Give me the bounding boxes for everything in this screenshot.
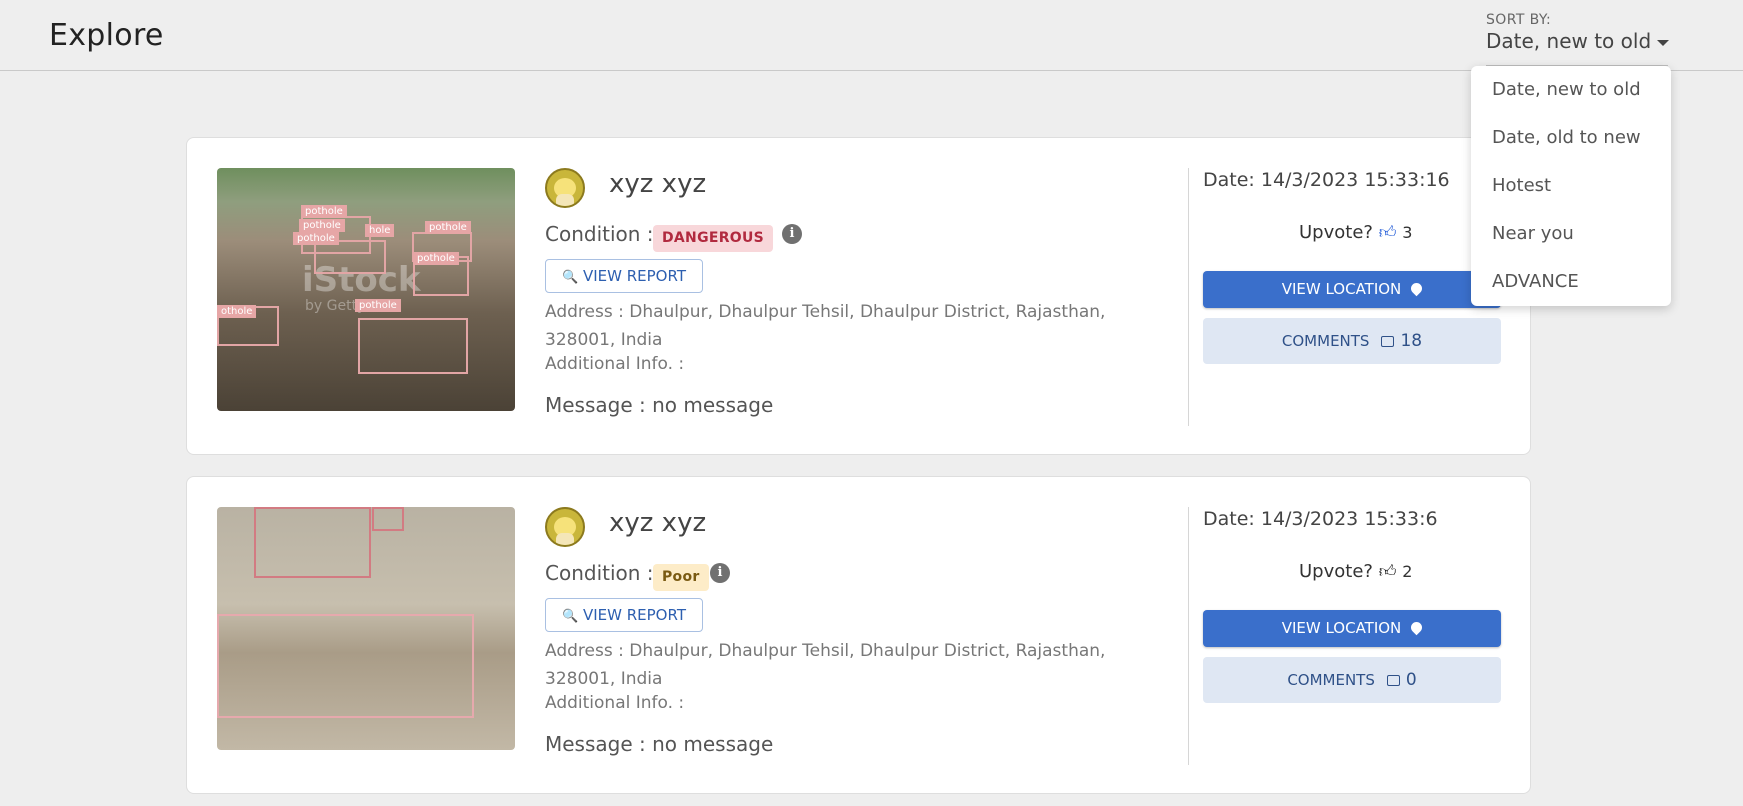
comments-button[interactable]: COMMENTS 18 — [1203, 318, 1501, 364]
report-card: iStock by Getty pothole pothole pothole … — [186, 137, 1531, 455]
view-location-button[interactable]: VIEW LOCATION — [1203, 610, 1501, 647]
additional-info: Additional Info. : — [545, 354, 685, 374]
avatar — [545, 168, 585, 208]
view-location-button[interactable]: VIEW LOCATION — [1203, 271, 1501, 308]
upvote-label: Upvote? — [1299, 561, 1373, 582]
info-icon[interactable]: i — [782, 224, 802, 244]
detection-box — [358, 318, 468, 374]
info-icon[interactable]: i — [710, 563, 730, 583]
detection-label: pothole — [425, 221, 471, 234]
detection-label: pothole — [299, 219, 345, 232]
address-text: Address : Dhaulpur, Dhaulpur Tehsil, Dha… — [545, 302, 1106, 350]
view-report-label: VIEW REPORT — [582, 606, 686, 624]
upvote-button[interactable]: Upvote? 👍︎ 3 — [1299, 222, 1412, 243]
sort-option-near-you[interactable]: Near you — [1471, 210, 1671, 258]
report-date: Date: 14/3/2023 15:33:16 — [1203, 169, 1450, 191]
sort-option-hotest[interactable]: Hotest — [1471, 162, 1671, 210]
avatar — [545, 507, 585, 547]
view-location-label: VIEW LOCATION — [1281, 619, 1402, 637]
detection-box — [372, 507, 404, 531]
additional-info: Additional Info. : — [545, 693, 685, 713]
detection-label: othole — [217, 305, 257, 318]
detection-box — [314, 240, 386, 274]
view-report-label: VIEW REPORT — [582, 267, 686, 285]
detection-label: hole — [365, 224, 395, 237]
user-name: xyz xyz — [609, 508, 707, 538]
chevron-down-icon — [1657, 39, 1670, 46]
report-image[interactable] — [217, 507, 515, 750]
report-image[interactable]: iStock by Getty pothole pothole pothole … — [217, 168, 515, 411]
detection-label: pothole — [413, 252, 459, 265]
location-pin-icon — [1409, 619, 1425, 636]
comment-icon — [1386, 675, 1400, 686]
user-name: xyz xyz — [609, 169, 707, 199]
search-icon: 🔍 — [562, 609, 579, 624]
top-bar: Explore SORT BY: Date, new to old — [0, 0, 1743, 71]
detection-label: pothole — [301, 205, 347, 218]
address-text: Address : Dhaulpur, Dhaulpur Tehsil, Dha… — [545, 641, 1106, 689]
view-report-button[interactable]: 🔍 VIEW REPORT — [545, 259, 703, 293]
message-text: Message : no message — [545, 732, 774, 756]
report-date: Date: 14/3/2023 15:33:6 — [1203, 508, 1438, 530]
comments-label: COMMENTS — [1281, 332, 1370, 350]
divider — [1188, 507, 1189, 765]
thumbs-up-icon[interactable]: 👍︎ — [1379, 222, 1397, 243]
upvote-count: 3 — [1402, 223, 1413, 242]
detection-box — [217, 614, 474, 718]
detection-label: pothole — [355, 299, 401, 312]
sort-option-date-old-to-new[interactable]: Date, old to new — [1471, 114, 1671, 162]
detection-box — [254, 507, 371, 578]
location-pin-icon — [1409, 280, 1425, 297]
sort-dropdown[interactable]: SORT BY: Date, new to old — [1486, 12, 1670, 66]
view-location-label: VIEW LOCATION — [1281, 280, 1402, 298]
divider — [1188, 168, 1189, 426]
sort-label: SORT BY: — [1486, 12, 1552, 28]
condition-badge: DANGEROUS — [653, 225, 774, 252]
condition-label: Condition : — [545, 222, 654, 246]
sort-option-advance[interactable]: ADVANCE — [1471, 258, 1671, 306]
comments-label: COMMENTS — [1287, 671, 1375, 689]
report-card: xyz xyz Condition : Poor i 🔍 VIEW REPORT… — [186, 476, 1531, 794]
comment-count: 0 — [1405, 670, 1417, 690]
page-title: Explore — [49, 18, 164, 53]
upvote-button[interactable]: Upvote? 👍︎ 2 — [1299, 561, 1412, 582]
view-report-button[interactable]: 🔍 VIEW REPORT — [545, 598, 703, 632]
sort-menu: Date, new to old Date, old to new Hotest… — [1471, 66, 1671, 306]
thumbs-up-icon[interactable]: 👍︎ — [1379, 561, 1397, 582]
detection-label: pothole — [293, 232, 339, 245]
upvote-count: 2 — [1402, 562, 1413, 581]
comments-button[interactable]: COMMENTS 0 — [1203, 657, 1501, 703]
search-icon: 🔍 — [562, 270, 579, 285]
message-text: Message : no message — [545, 393, 774, 417]
condition-label: Condition : — [545, 561, 654, 585]
upvote-label: Upvote? — [1299, 222, 1373, 243]
sort-value[interactable]: Date, new to old — [1486, 29, 1670, 53]
condition-badge: Poor — [653, 564, 709, 591]
comment-count: 18 — [1400, 331, 1423, 351]
comment-icon — [1381, 336, 1395, 347]
sort-option-date-new-to-old[interactable]: Date, new to old — [1471, 66, 1671, 114]
sort-selected-text: Date, new to old — [1486, 29, 1652, 53]
